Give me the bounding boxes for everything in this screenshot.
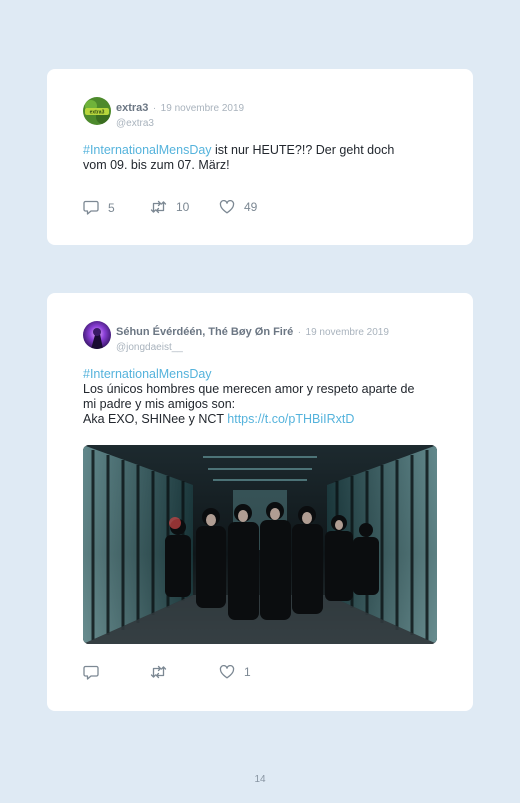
tweet-media[interactable]	[83, 445, 437, 644]
tweet-header: extra3 · 19 novembre 2019 @extra3	[116, 98, 453, 129]
hashtag-link[interactable]: #InternationalMensDay	[83, 143, 212, 157]
separator: ·	[152, 103, 157, 114]
tweet-date[interactable]: 19 novembre 2019	[306, 327, 389, 338]
tweet-text-line: mi padre y mis amigos son:	[83, 397, 236, 411]
author-name[interactable]: extra3	[116, 102, 148, 114]
tweet-card: Séhun Évérdéén, Thé Bøy Øn Firé · 19 nov…	[47, 293, 473, 711]
retweet-button[interactable]	[150, 665, 167, 679]
retweet-button[interactable]: 10	[150, 200, 189, 214]
reply-count: 5	[108, 200, 115, 215]
retweet-icon	[150, 200, 167, 214]
tweet-actions: 1	[83, 665, 453, 681]
author-handle[interactable]: @extra3	[116, 118, 453, 129]
heart-icon	[219, 200, 235, 214]
reply-icon	[83, 200, 99, 215]
avatar[interactable]: extra3	[83, 97, 111, 125]
avatar[interactable]	[83, 321, 111, 349]
like-count: 1	[244, 665, 251, 679]
separator: ·	[297, 327, 302, 338]
reply-button[interactable]: 5	[83, 200, 115, 215]
hashtag-link[interactable]: #InternationalMensDay	[83, 367, 443, 382]
tweet-text: #InternationalMensDay Los únicos hombres…	[83, 367, 443, 427]
tweet-link[interactable]: https://t.co/pTHBiIRxtD	[227, 412, 354, 426]
author-name[interactable]: Séhun Évérdéén, Thé Bøy Øn Firé	[116, 326, 293, 338]
tweet-card: extra3 extra3 · 19 novembre 2019 @extra3…	[47, 69, 473, 245]
like-button[interactable]: 1	[219, 665, 251, 679]
tweet-text-line: Los únicos hombres que merecen amor y re…	[83, 382, 415, 396]
like-count: 49	[244, 200, 258, 214]
reply-icon	[83, 665, 99, 680]
tweet-text-line: vom 09. bis zum 07. März!	[83, 158, 230, 172]
retweet-count: 10	[176, 200, 190, 214]
tweet-actions: 5 10 49	[83, 200, 453, 216]
page-number: 14	[254, 774, 266, 785]
tweet-text-part: ist nur HEUTE?!? Der geht doch	[211, 143, 395, 157]
retweet-icon	[150, 665, 167, 679]
heart-icon	[219, 665, 235, 679]
tweet-header: Séhun Évérdéén, Thé Bøy Øn Firé · 19 nov…	[116, 322, 453, 353]
media-image	[83, 445, 437, 644]
like-button[interactable]: 49	[219, 200, 257, 214]
avatar-logo-text: extra3	[90, 110, 105, 116]
reply-button[interactable]	[83, 665, 99, 680]
tweet-text: #InternationalMensDay ist nur HEUTE?!? D…	[83, 143, 443, 173]
author-handle[interactable]: @jongdaeist__	[116, 342, 453, 353]
tweet-date[interactable]: 19 novembre 2019	[161, 103, 244, 114]
tweet-text-part: Aka EXO, SHINee y NCT	[83, 412, 228, 426]
